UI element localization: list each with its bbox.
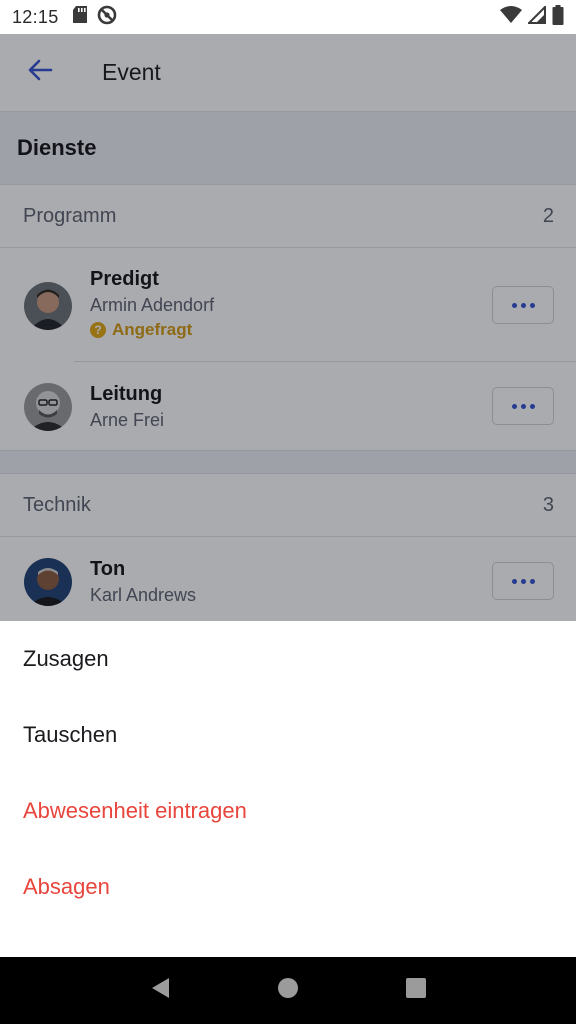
accept-option[interactable]: Zusagen <box>0 621 576 697</box>
back-triangle-icon[interactable] <box>149 976 171 1005</box>
status-bar: 12:15 <box>0 0 576 34</box>
status-right-icons <box>500 4 564 30</box>
system-nav-bar <box>0 957 576 1024</box>
decline-option[interactable]: Absagen <box>0 849 576 925</box>
recents-square-icon[interactable] <box>405 977 427 1004</box>
home-circle-icon[interactable] <box>277 977 299 1004</box>
cell-signal-icon <box>526 4 546 29</box>
wifi-icon <box>500 5 522 29</box>
modal-scrim[interactable] <box>0 34 576 621</box>
register-absence-option[interactable]: Abwesenheit eintragen <box>0 773 576 849</box>
swap-option[interactable]: Tauschen <box>0 697 576 773</box>
battery-icon <box>552 4 564 30</box>
sd-card-icon <box>72 6 87 28</box>
action-sheet: Zusagen Tauschen Abwesenheit eintragen A… <box>0 621 576 957</box>
no-disturb-icon <box>97 5 117 30</box>
status-left-icons <box>72 5 117 30</box>
status-time: 12:15 <box>12 6 59 27</box>
